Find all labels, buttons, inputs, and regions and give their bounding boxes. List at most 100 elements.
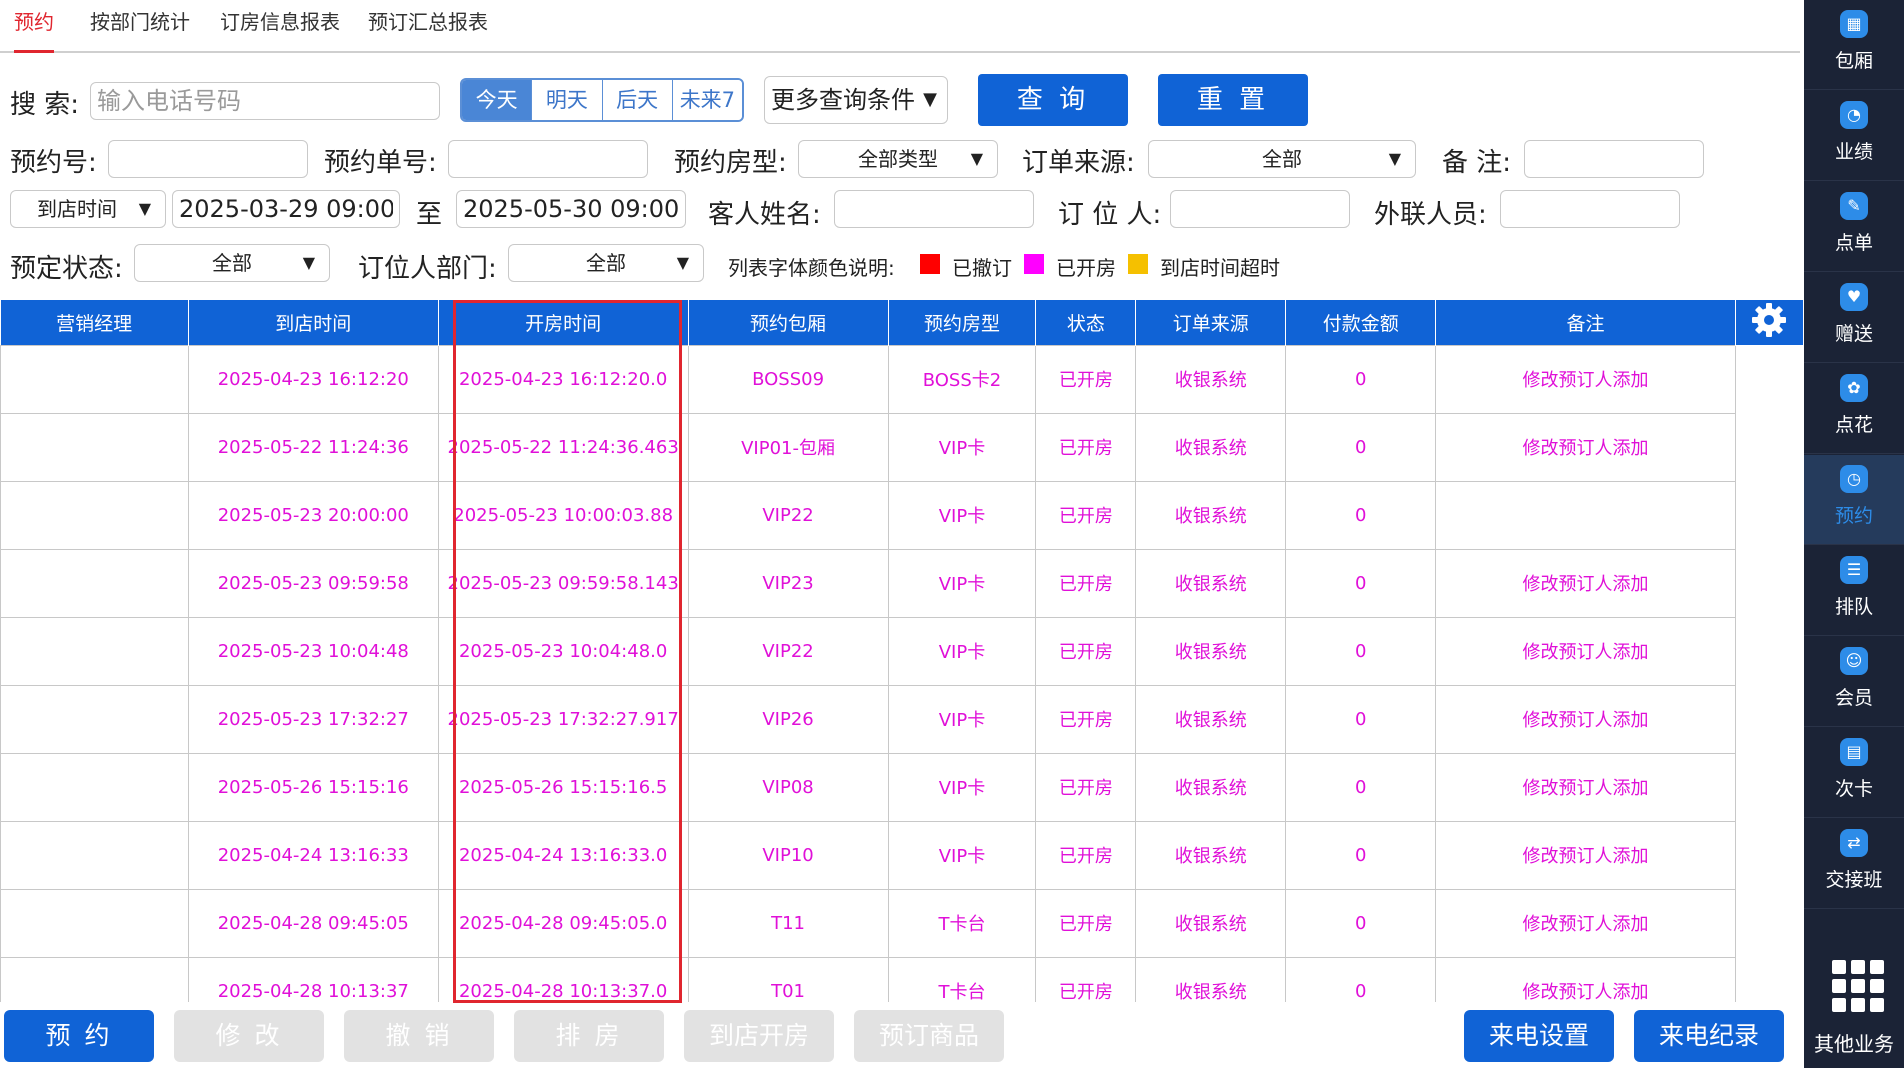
more-conditions-dropdown[interactable]: 更多查询条件 ▼ [764,76,948,124]
table-cell: 0 [1285,820,1437,890]
next-7-days-button[interactable]: 未来7天 [672,80,742,120]
table-cell: VIP10 [687,820,889,890]
table-cell: 修改预订人添加 [1435,616,1736,686]
col-remark[interactable]: 备注 [1435,300,1736,345]
col-sales-manager[interactable]: 营销经理 [0,300,189,345]
date-from-input[interactable] [172,190,400,228]
table-row[interactable]: 2025-05-23 20:00:00 2025-05-23 10:00:03.8… [0,480,1804,550]
time-type-select[interactable]: 到店时间 ▼ [10,190,166,228]
table-header: 营销经理 到店时间 开房时间 预约包厢 预约房型 状态 订单来源 付款金额 备注 [0,300,1804,345]
sidebar-item-reservation[interactable]: ◷ 预约 [1804,455,1904,545]
col-open-time[interactable]: 开房时间 [438,300,689,345]
table-cell: 收银系统 [1135,344,1287,414]
table-cell: 修改预订人添加 [1435,548,1736,618]
guest-name-label: 客人姓名: [708,200,821,230]
dropdown-arrow-icon: ▼ [138,199,151,218]
table-row[interactable]: 2025-05-23 09:59:58 2025-05-23 09:59:58.1… [0,548,1804,618]
room-type-select[interactable]: 全部类型 ▼ [798,140,998,178]
day-after-button[interactable]: 后天 [602,80,673,120]
date-to-input[interactable] [456,190,686,228]
table-cell-spacer [1735,617,1803,685]
modify-button[interactable]: 修 改 [174,1010,324,1062]
tab-reservation[interactable]: 预约 [14,0,54,53]
pie-chart-icon: ◔ [1840,101,1868,129]
room-type-value: 全部类型 [858,147,938,171]
tab-room-report[interactable]: 订房信息报表 [220,0,340,53]
order-no-label: 预约号: [10,148,97,178]
status-select[interactable]: 全部 ▼ [134,244,330,282]
open-room-button[interactable]: 到店开房 [684,1010,834,1062]
table-cell [0,752,189,822]
table-cell [0,888,189,958]
sidebar-item-order[interactable]: ✎ 点单 [1804,182,1904,272]
table-cell: 收银系统 [1135,684,1287,754]
reservation-icon: ◷ [1840,465,1868,493]
cancel-button[interactable]: 撤 销 [344,1010,494,1062]
member-icon: ☺ [1840,647,1868,675]
legend-title: 列表字体颜色说明: [728,256,895,280]
reserve-button[interactable]: 预 约 [4,1010,154,1062]
table-cell-spacer [1735,889,1803,957]
table-row[interactable]: 2025-04-24 13:16:33 2025-04-24 13:16:33.0… [0,820,1804,890]
table-row[interactable]: 2025-05-22 11:24:36 2025-05-22 11:24:36.4… [0,412,1804,482]
phone-search-input[interactable] [90,82,440,120]
col-room[interactable]: 预约包厢 [688,300,889,345]
table-row[interactable]: 2025-05-26 15:15:16 2025-05-26 15:15:16.5… [0,752,1804,822]
table-row[interactable]: 2025-04-28 10:13:37 2025-04-28 10:13:37.0… [0,956,1804,1002]
remark-input[interactable] [1524,140,1704,178]
table-cell: VIP卡 [887,480,1037,550]
table-settings-button[interactable] [1735,300,1804,345]
dept-select[interactable]: 全部 ▼ [508,244,704,282]
right-sidebar: ▦ 包厢 ◔ 业绩 ✎ 点单 ♥ 赠送 ✿ 点花 ◷ 预约 ☰ 排队 ☺ 会员 … [1804,0,1904,1068]
table-cell: 0 [1285,752,1437,822]
today-button[interactable]: 今天 [462,80,533,120]
col-arrival-time[interactable]: 到店时间 [188,300,439,345]
outside-staff-input[interactable] [1500,190,1680,228]
col-source[interactable]: 订单来源 [1135,300,1287,345]
table-cell: 收银系统 [1135,752,1287,822]
sidebar-label: 会员 [1834,687,1873,709]
order-goods-button[interactable]: 预订商品 [854,1010,1004,1062]
table-row[interactable]: 2025-04-28 09:45:05 2025-04-28 09:45:05.0… [0,888,1804,958]
source-value: 全部 [1262,147,1302,171]
table-cell: VIP卡 [887,820,1037,890]
col-payment[interactable]: 付款金额 [1285,300,1437,345]
order-no-input[interactable] [108,140,308,178]
table-cell: 2025-04-28 09:45:05 [187,888,439,958]
sidebar-item-card[interactable]: ▤ 次卡 [1804,728,1904,818]
sidebar-item-flower[interactable]: ✿ 点花 [1804,364,1904,454]
sidebar-item-performance[interactable]: ◔ 业绩 [1804,91,1904,181]
sidebar-item-gift[interactable]: ♥ 赠送 [1804,273,1904,363]
sidebar-item-member[interactable]: ☺ 会员 [1804,637,1904,727]
table-cell: 修改预订人添加 [1435,888,1736,958]
table-row[interactable]: 2025-05-23 17:32:27 2025-05-23 17:32:27.9… [0,684,1804,754]
guest-name-input[interactable] [834,190,1034,228]
table-cell: T01 [687,956,889,1002]
booker-input[interactable] [1170,190,1350,228]
table-cell: 2025-05-23 10:04:48.0 [437,616,689,686]
dropdown-arrow-icon: ▼ [970,149,983,168]
call-records-button[interactable]: 来电纪录 [1634,1010,1784,1062]
source-select[interactable]: 全部 ▼ [1148,140,1416,178]
tab-by-department[interactable]: 按部门统计 [90,0,190,53]
sidebar-label: 赠送 [1834,323,1873,345]
sidebar-item-rooms[interactable]: ▦ 包厢 [1804,0,1904,90]
col-status[interactable]: 状态 [1035,300,1137,345]
tab-summary-report[interactable]: 预订汇总报表 [368,0,488,53]
order-single-input[interactable] [448,140,648,178]
table-cell: 2025-05-23 09:59:58 [187,548,439,618]
table-row[interactable]: 2025-04-23 16:12:20 2025-04-23 16:12:20.0… [0,344,1804,414]
sidebar-item-queue[interactable]: ☰ 排队 [1804,546,1904,636]
table-cell: T11 [687,888,889,958]
reset-button[interactable]: 重 置 [1158,74,1308,126]
col-room-type[interactable]: 预约房型 [888,300,1037,345]
table-row[interactable]: 2025-05-23 10:04:48 2025-05-23 10:04:48.0… [0,616,1804,686]
table-cell: 2025-04-28 10:13:37 [187,956,439,1002]
query-button[interactable]: 查 询 [978,74,1128,126]
arrange-room-button[interactable]: 排 房 [514,1010,664,1062]
tomorrow-button[interactable]: 明天 [532,80,603,120]
table-cell-spacer [1735,481,1803,549]
table-cell: 收银系统 [1135,480,1287,550]
call-settings-button[interactable]: 来电设置 [1464,1010,1614,1062]
sidebar-item-handover[interactable]: ⇄ 交接班 [1804,819,1904,909]
